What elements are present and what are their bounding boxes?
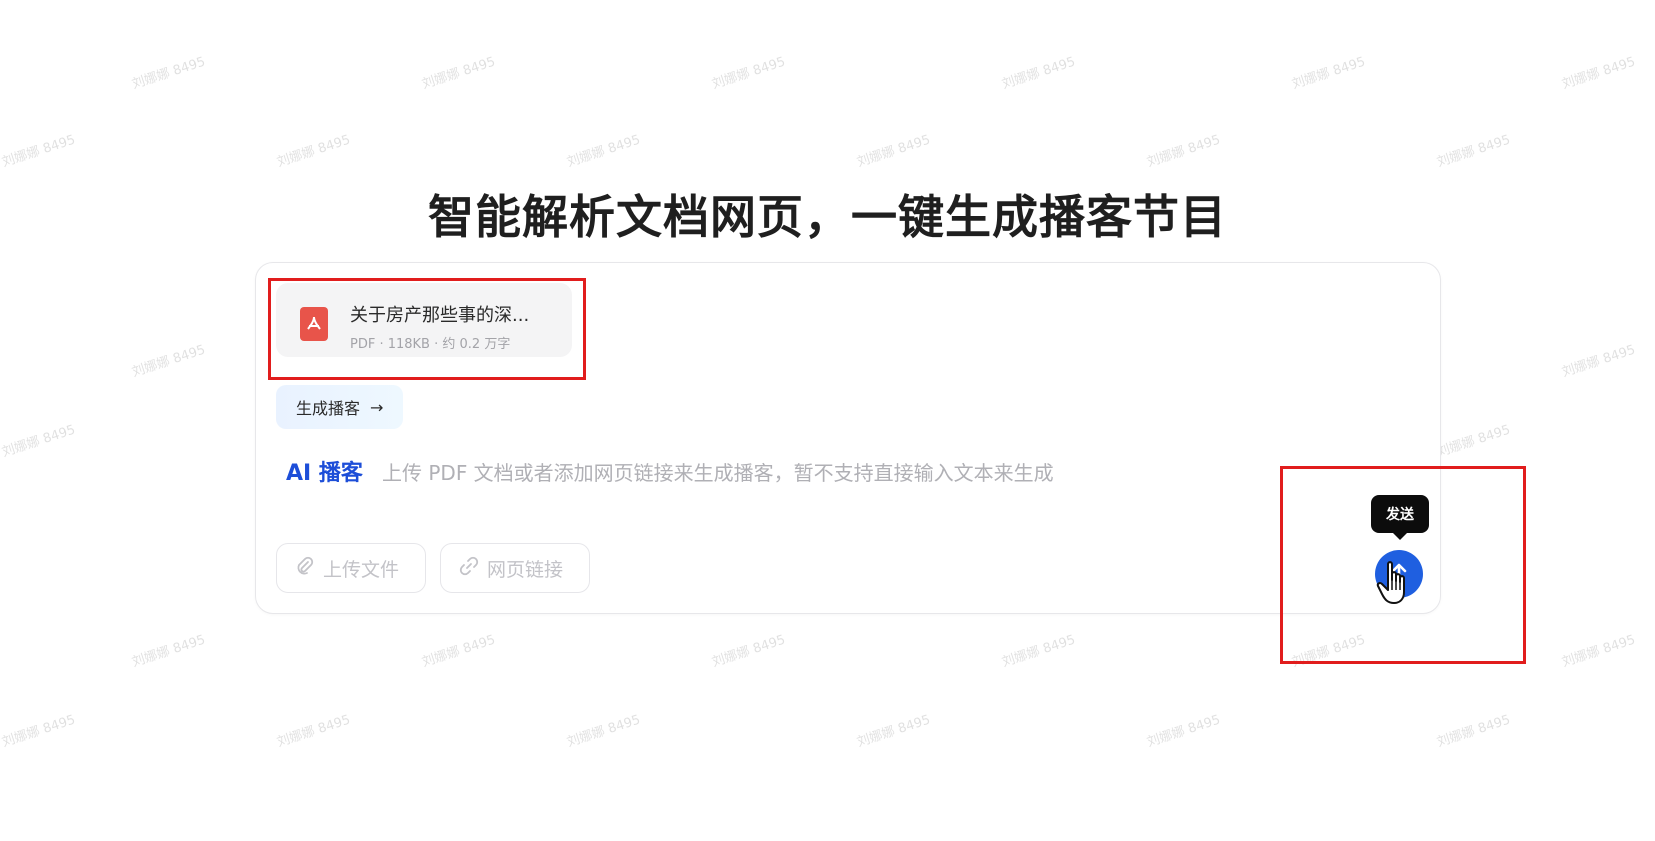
watermark: 刘娜娜 8495 (275, 132, 353, 171)
highlight-box-send (1280, 466, 1526, 664)
watermark: 刘娜娜 8495 (130, 342, 208, 381)
watermark: 刘娜娜 8495 (1000, 632, 1078, 671)
watermark: 刘娜娜 8495 (0, 712, 78, 751)
watermark: 刘娜娜 8495 (130, 54, 208, 93)
watermark: 刘娜娜 8495 (1560, 342, 1638, 381)
upload-file-label: 上传文件 (323, 558, 400, 581)
arrow-right-icon: → (370, 397, 384, 417)
generate-podcast-button[interactable]: 生成播客 → (276, 385, 404, 429)
watermark: 刘娜娜 8495 (1435, 712, 1513, 751)
watermark: 刘娜娜 8495 (1560, 54, 1638, 93)
link-icon (459, 556, 479, 581)
watermark: 刘娜娜 8495 (130, 632, 208, 671)
watermark: 刘娜娜 8495 (1290, 54, 1368, 93)
watermark: 刘娜娜 8495 (1000, 54, 1078, 93)
watermark: 刘娜娜 8495 (1145, 132, 1223, 171)
page-title: 智能解析文档网页，一键生成播客节目 (428, 189, 1227, 244)
upload-file-button[interactable]: 上传文件 (276, 543, 426, 593)
watermark: 刘娜娜 8495 (565, 132, 643, 171)
watermark: 刘娜娜 8495 (420, 54, 498, 93)
watermark: 刘娜娜 8495 (0, 132, 78, 171)
generate-podcast-label: 生成播客 (296, 399, 361, 418)
watermark: 刘娜娜 8495 (710, 632, 788, 671)
watermark: 刘娜娜 8495 (855, 132, 933, 171)
watermark: 刘娜娜 8495 (420, 632, 498, 671)
watermark: 刘娜娜 8495 (1435, 422, 1513, 461)
prompt-input[interactable]: 上传 PDF 文档或者添加网页链接来生成播客，暂不支持直接输入文本来生成 (382, 457, 1054, 486)
watermark: 刘娜娜 8495 (1145, 712, 1223, 751)
watermark: 刘娜娜 8495 (0, 422, 78, 461)
highlight-box-attachment (268, 278, 586, 380)
paperclip-icon (295, 556, 315, 581)
web-link-label: 网页链接 (487, 558, 564, 581)
watermark: 刘娜娜 8495 (565, 712, 643, 751)
watermark: 刘娜娜 8495 (1435, 132, 1513, 171)
mode-label: AI 播客 (286, 461, 363, 486)
watermark: 刘娜娜 8495 (1560, 632, 1638, 671)
watermark: 刘娜娜 8495 (855, 712, 933, 751)
web-link-button[interactable]: 网页链接 (440, 543, 590, 593)
watermark: 刘娜娜 8495 (710, 54, 788, 93)
watermark: 刘娜娜 8495 (275, 712, 353, 751)
